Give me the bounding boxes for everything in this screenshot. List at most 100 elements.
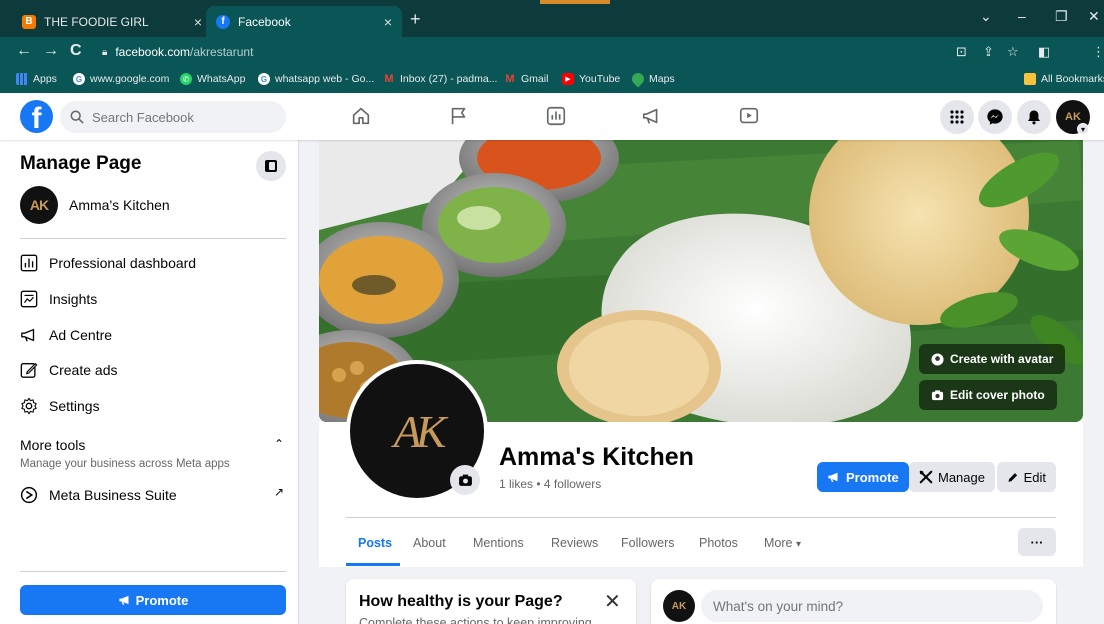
blogger-icon: B	[22, 14, 36, 29]
messenger-icon	[987, 109, 1003, 125]
sidebar-item-create-ads[interactable]: Create ads	[20, 361, 117, 379]
more-tools-subtitle: Manage your business across Meta apps	[20, 458, 230, 470]
chevron-up-icon[interactable]: ⌃	[274, 437, 284, 451]
sidebar-toggle-icon	[265, 160, 277, 172]
avatar-icon	[931, 352, 944, 366]
tab-mentions[interactable]: Mentions	[473, 536, 524, 550]
sidebar-item-professional-dashboard[interactable]: Professional dashboard	[20, 254, 196, 272]
messenger-button[interactable]	[978, 100, 1012, 134]
promote-label: Promote	[135, 592, 189, 608]
screen: B THE FOODIE GIRL × f Facebook × + ⌄ – ❐…	[0, 0, 1104, 624]
menu-grid-button[interactable]	[940, 100, 974, 134]
chevron-down-icon[interactable]: ▾	[1077, 123, 1089, 135]
bookmark-star-icon[interactable]: ☆	[1007, 44, 1019, 60]
tab-search-icon[interactable]: ⌄	[980, 8, 992, 25]
manage-button[interactable]: Manage	[909, 462, 995, 492]
install-app-icon[interactable]: ⊡	[956, 44, 967, 60]
bookmark-gmail[interactable]: M Gmail	[504, 73, 548, 85]
sidebar-item-settings[interactable]: Settings	[20, 397, 100, 415]
button-label: Manage	[938, 469, 985, 485]
close-icon[interactable]: ✕	[604, 589, 621, 614]
minimize-icon[interactable]: –	[1018, 8, 1026, 24]
page-title: Amma's Kitchen	[499, 443, 694, 471]
side-panel-icon[interactable]: ◧	[1038, 44, 1050, 60]
search-box[interactable]	[60, 101, 286, 133]
maps-icon	[629, 70, 647, 88]
tab-photos[interactable]: Photos	[699, 536, 738, 550]
facebook-favicon-icon: f	[216, 14, 230, 29]
page-stats[interactable]: 1 likes • 4 followers	[499, 477, 601, 491]
sidebar-item-label: Create ads	[49, 362, 118, 378]
caret-down-icon: ▾	[795, 539, 801, 550]
notifications-button[interactable]	[1017, 100, 1051, 134]
bookmark-google[interactable]: G www.google.com	[73, 73, 169, 85]
facebook-logo-icon[interactable]: f	[20, 100, 53, 133]
tab-title: THE FOODIE GIRL	[44, 14, 149, 29]
sidebar-item-insights[interactable]: Insights	[20, 290, 97, 308]
back-arrow-icon[interactable]: ←	[16, 42, 32, 60]
manage-page-sidebar: Manage Page AK Amma's Kitchen Profession…	[0, 140, 299, 624]
share-icon[interactable]: ⇪	[983, 44, 994, 60]
promote-button[interactable]: Promote	[817, 462, 909, 492]
video-icon[interactable]	[738, 105, 760, 127]
url-path: /akrestarunt	[190, 45, 254, 59]
whats-on-your-mind-input[interactable]	[701, 590, 1043, 622]
restore-icon[interactable]: ❐	[1055, 8, 1068, 25]
more-options-button[interactable]: ···	[1018, 528, 1056, 556]
bookmark-whatsapp[interactable]: ✆ WhatsApp	[180, 73, 245, 85]
composer-avatar[interactable]: AK	[663, 590, 695, 622]
google-icon: G	[73, 73, 85, 85]
edit-cover-photo-button[interactable]: Edit cover photo	[919, 380, 1057, 410]
bookmark-whatsapp-web[interactable]: G whatsapp web - Go...	[258, 73, 374, 85]
search-input[interactable]	[92, 109, 272, 125]
tab-followers[interactable]: Followers	[621, 536, 675, 550]
close-window-icon[interactable]: ✕	[1088, 8, 1100, 25]
address-bar[interactable]: 🔒︎ facebook.com/akrestarunt	[94, 40, 974, 64]
camera-icon	[931, 389, 944, 400]
external-link-icon[interactable]: ↗	[274, 485, 284, 499]
close-tab-icon[interactable]: ×	[384, 14, 392, 30]
sidebar-item-meta-business-suite[interactable]: Meta Business Suite	[20, 486, 177, 504]
button-label: Edit	[1023, 469, 1046, 485]
sidebar-promote-button[interactable]: Promote	[20, 585, 286, 615]
tab-about[interactable]: About	[413, 536, 446, 550]
bookmark-label: Gmail	[521, 73, 549, 85]
divider	[20, 571, 286, 572]
tab-reviews[interactable]: Reviews	[551, 536, 598, 550]
tab-more[interactable]: More ▾	[764, 536, 801, 550]
update-profile-photo-button[interactable]	[450, 465, 480, 495]
sidebar-item-ad-centre[interactable]: Ad Centre	[20, 326, 112, 344]
home-icon[interactable]	[350, 105, 372, 127]
close-tab-icon[interactable]: ×	[194, 14, 202, 30]
create-with-avatar-button[interactable]: Create with avatar	[919, 344, 1066, 374]
avatar-initials: AK	[29, 197, 49, 213]
bookmark-apps[interactable]: Apps	[16, 73, 57, 85]
megaphone-icon	[21, 328, 35, 342]
forward-arrow-icon[interactable]: →	[43, 42, 59, 60]
tab-posts[interactable]: Posts	[358, 536, 392, 550]
url-host: facebook.com	[115, 45, 191, 59]
button-label: Promote	[846, 469, 899, 485]
bookmark-inbox[interactable]: M Inbox (27) - padma...	[383, 73, 497, 85]
gmail-icon: M	[384, 73, 394, 85]
new-tab-button[interactable]: +	[410, 9, 421, 30]
megaphone-icon[interactable]	[641, 105, 663, 127]
flag-icon[interactable]	[448, 105, 470, 127]
edit-button[interactable]: Edit	[997, 462, 1056, 492]
bookmark-youtube[interactable]: ▶ YouTube	[562, 73, 620, 85]
tab-more-label: More	[764, 536, 793, 550]
collapse-sidebar-button[interactable]	[256, 151, 286, 181]
browser-tab-foodie-girl[interactable]: B THE FOODIE GIRL ×	[12, 6, 212, 37]
sidebar-page-switcher[interactable]: AK Amma's Kitchen	[20, 186, 170, 224]
bookmark-maps[interactable]: Maps	[629, 70, 675, 88]
dashboard-icon[interactable]	[545, 105, 567, 127]
megaphone-icon	[119, 595, 129, 606]
browser-tab-facebook[interactable]: f Facebook ×	[206, 6, 402, 37]
all-bookmarks[interactable]: All Bookmarks	[1024, 73, 1104, 85]
browser-toolbar: ← → C 🔒︎ facebook.com/akrestarunt ⊡ ⇪ ☆ …	[0, 37, 1104, 97]
profile-logo-text: AK	[393, 405, 447, 457]
more-tools-heading[interactable]: More tools	[20, 437, 85, 453]
reload-icon[interactable]: C	[70, 42, 82, 60]
browser-tab-strip: B THE FOODIE GIRL × f Facebook × + ⌄ – ❐…	[0, 0, 1104, 37]
menu-kebab-icon[interactable]: ⋮	[1092, 44, 1104, 60]
